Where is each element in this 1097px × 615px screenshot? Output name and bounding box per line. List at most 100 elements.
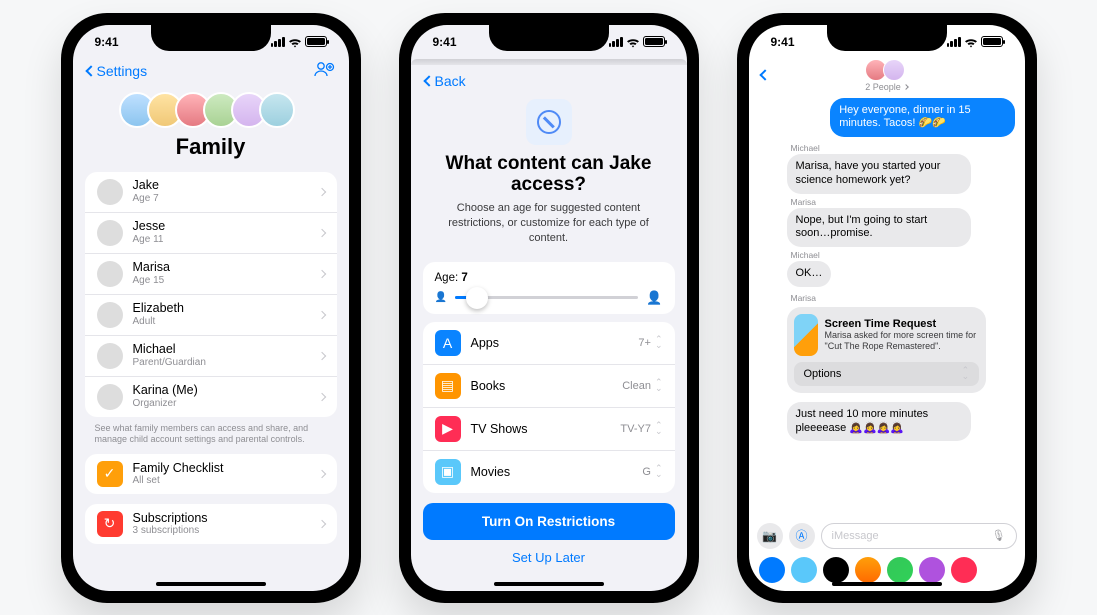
chevron-right-icon (317, 520, 325, 528)
notch (151, 25, 271, 51)
back-button[interactable] (761, 71, 791, 79)
wifi-icon (288, 37, 302, 47)
updown-icon: ⌃⌄ (962, 368, 970, 379)
status-time: 9:41 (433, 35, 457, 49)
notch (827, 25, 947, 51)
message-incoming: Just need 10 more minutes pleeeease 🙇‍♀️… (787, 402, 971, 442)
child-icon: 👤 (435, 292, 447, 303)
hero-title: What content can Jake access? (431, 153, 667, 197)
member-row[interactable]: Elizabeth Adult (85, 295, 337, 336)
sender-label: Michael (791, 250, 1015, 260)
checklist-icon: ✓ (97, 461, 123, 487)
members-list: Jake Age 7 Jesse Age 11 Marisa Age 15 El… (85, 172, 337, 417)
back-button[interactable]: Back (425, 73, 673, 89)
signal-icon (609, 37, 623, 47)
avatar (97, 302, 123, 328)
content-row[interactable]: ▶ TV Shows TV-Y7 ⌃⌄ (423, 408, 675, 451)
turn-on-button[interactable]: Turn On Restrictions (423, 503, 675, 540)
updown-icon: ⌃⌄ (655, 466, 663, 477)
battery-icon (643, 36, 665, 47)
add-person-button[interactable] (313, 61, 335, 82)
checklist-card[interactable]: ✓ Family Checklist All set (85, 454, 337, 494)
content-row[interactable]: A Apps 7+ ⌃⌄ (423, 322, 675, 365)
updown-icon: ⌃⌄ (655, 337, 663, 348)
avatar (759, 419, 781, 441)
wifi-icon (964, 37, 978, 47)
wifi-icon (626, 37, 640, 47)
restriction-icon (526, 99, 572, 145)
audio-app-icon[interactable] (791, 557, 817, 583)
chevron-right-icon (317, 392, 325, 400)
message-input[interactable]: iMessage 🎙 (821, 523, 1017, 549)
member-row[interactable]: Karina (Me) Organizer (85, 377, 337, 417)
memoji-app-icon[interactable] (887, 557, 913, 583)
message-incoming: Nope, but I'm going to start soon…promis… (787, 208, 971, 248)
status-time: 9:41 (771, 35, 795, 49)
footer-note: See what family members can access and s… (85, 417, 337, 454)
phone-messages: 9:41 2 People Hey everyone, dinner in 15… (737, 13, 1037, 603)
chevron-right-icon (317, 351, 325, 359)
battery-icon (305, 36, 327, 47)
chevron-right-icon (317, 269, 325, 277)
avatar (759, 172, 781, 194)
options-button[interactable]: Options ⌃⌄ (794, 362, 980, 386)
cash-app-icon[interactable] (823, 557, 849, 583)
apps-icon: A (435, 330, 461, 356)
content-row[interactable]: ▤ Books Clean ⌃⌄ (423, 365, 675, 408)
age-card: Age: 7 👤 👤 (423, 262, 675, 314)
updown-icon: ⌃⌄ (655, 423, 663, 434)
store-app-icon[interactable] (759, 557, 785, 583)
photos-app-icon[interactable] (855, 557, 881, 583)
camera-button[interactable]: 📷 (757, 523, 783, 549)
music-app-icon[interactable] (951, 557, 977, 583)
phone-family: 9:41 Settings Family Jake Age 7 Jesse (61, 13, 361, 603)
chevron-right-icon (317, 470, 325, 478)
subscriptions-icon: ↻ (97, 511, 123, 537)
appstore-button[interactable]: Ⓐ (789, 523, 815, 549)
family-avatars (85, 92, 337, 128)
member-row[interactable]: Jesse Age 11 (85, 213, 337, 254)
status-time: 9:41 (95, 35, 119, 49)
chevron-left-icon (759, 69, 770, 80)
slider-thumb[interactable] (466, 287, 488, 309)
avatar (759, 265, 781, 287)
setup-later-button[interactable]: Set Up Later (411, 540, 687, 575)
member-row[interactable]: Michael Parent/Guardian (85, 336, 337, 377)
compose-bar: 📷 Ⓐ iMessage 🎙 (749, 519, 1025, 553)
home-indicator[interactable] (156, 582, 266, 586)
avatar (97, 220, 123, 246)
member-row[interactable]: Jake Age 7 (85, 172, 337, 213)
avatar (97, 343, 123, 369)
home-indicator[interactable] (494, 582, 604, 586)
home-indicator[interactable] (832, 582, 942, 586)
sender-label: Marisa (791, 197, 1015, 207)
hero-subtitle: Choose an age for suggested content rest… (431, 201, 667, 246)
content-row[interactable]: ▣ Movies G ⌃⌄ (423, 451, 675, 493)
dictate-icon[interactable]: 🎙 (992, 529, 1006, 542)
age-slider[interactable] (455, 296, 638, 299)
chevron-left-icon (423, 75, 434, 86)
notch (489, 25, 609, 51)
subscriptions-card[interactable]: ↻ Subscriptions 3 subscriptions (85, 504, 337, 544)
message-incoming: OK… (787, 261, 832, 287)
adult-icon: 👤 (646, 290, 662, 306)
nav-bar: 2 People (749, 59, 1025, 94)
avatar (883, 59, 905, 81)
member-row[interactable]: Marisa Age 15 (85, 254, 337, 295)
avatar (97, 261, 123, 287)
back-button[interactable]: Settings (87, 63, 148, 79)
signal-icon (947, 37, 961, 47)
phone-restrictions: 9:41 Back What content can Jake access? … (399, 13, 699, 603)
chat[interactable]: Hey everyone, dinner in 15 minutes. Taco… (749, 94, 1025, 519)
stickers-app-icon[interactable] (919, 557, 945, 583)
chevron-right-icon (903, 84, 909, 90)
conversation-header[interactable]: 2 People (865, 59, 908, 92)
battery-icon (981, 36, 1003, 47)
movies-icon: ▣ (435, 459, 461, 485)
avatar (97, 384, 123, 410)
nav-bar: Settings (73, 59, 349, 88)
message-incoming: Marisa, have you started your science ho… (787, 154, 971, 194)
sender-label: Michael (791, 143, 1015, 153)
chevron-right-icon (317, 310, 325, 318)
app-thumbnail (794, 314, 818, 356)
